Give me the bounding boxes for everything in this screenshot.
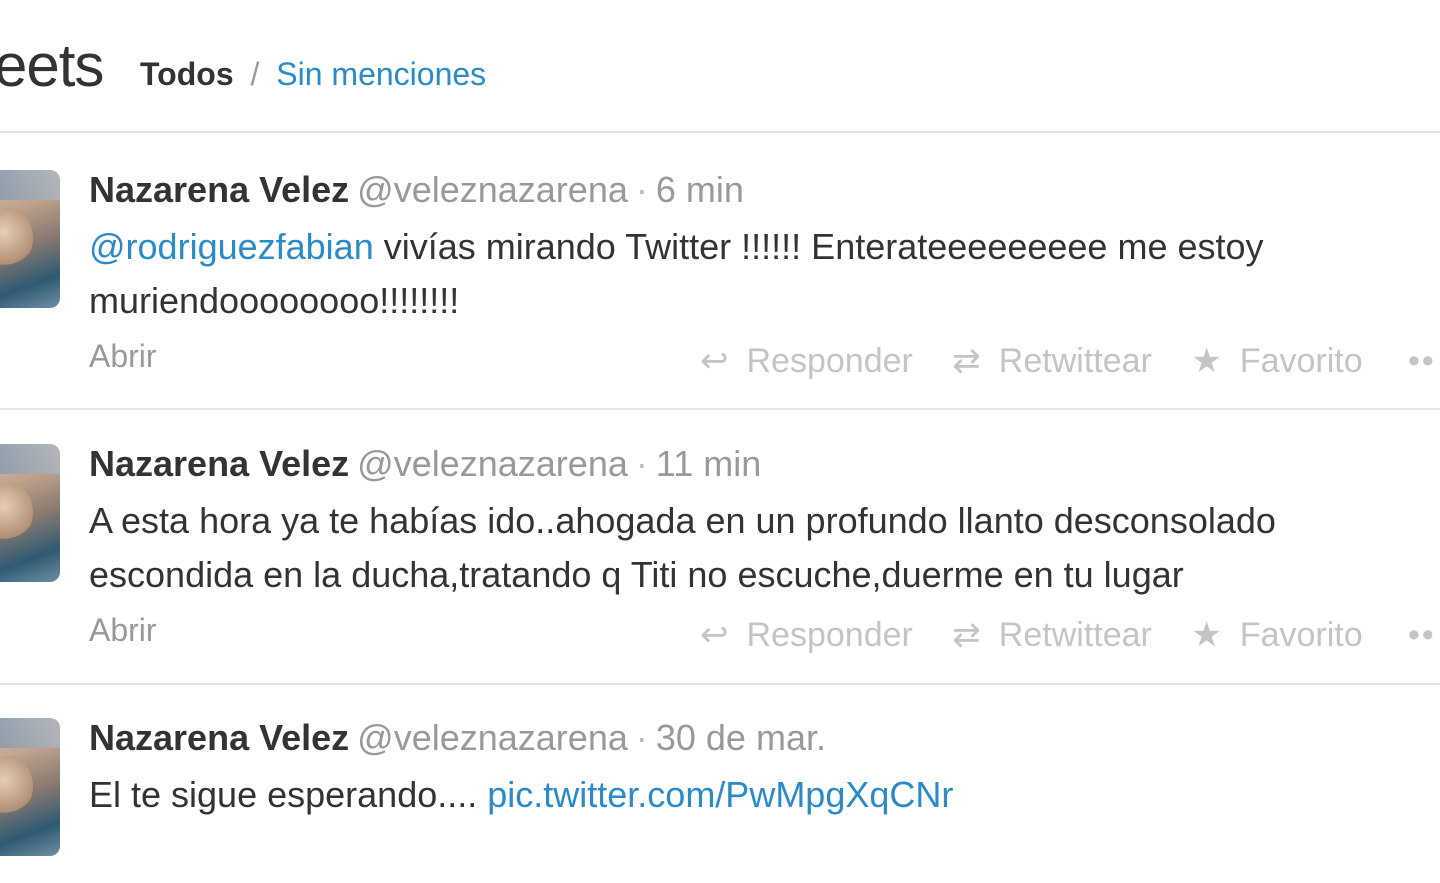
tweet-body: El te sigue esperando.... [89, 774, 488, 815]
retweet-icon: ⇄ [952, 342, 981, 380]
retweet-label: Retwittear [998, 342, 1152, 380]
open-tweet-link[interactable]: Abrir [89, 338, 157, 374]
separator-dot: · [635, 443, 648, 484]
tweet-author-handle[interactable]: @veleznazarena [357, 169, 628, 210]
separator-dot: · [635, 169, 648, 210]
open-tweet-link[interactable]: Abrir [89, 612, 157, 648]
reply-button[interactable]: ↩ Responder [700, 616, 913, 654]
pic-link[interactable]: pic.twitter.com/PwMpgXqCNr [487, 774, 953, 815]
tweet[interactable]: Nazarena Velez @veleznazarena · 6 min @rodr… [0, 170, 1440, 400]
tweet-author-name[interactable]: Nazarena Velez [89, 443, 349, 484]
tweet-text: El te sigue esperando.... pic.twitter.co… [89, 768, 1429, 822]
retweet-label: Retwittear [998, 616, 1152, 654]
tweet-timestamp[interactable]: 30 de mar. [656, 717, 826, 758]
mention-link[interactable]: @rodriguezfabian [89, 226, 374, 267]
reply-label: Responder [746, 342, 913, 380]
tweet[interactable]: Nazarena Velez @veleznazarena · 30 de mar. … [0, 718, 1440, 878]
retweet-icon: ⇄ [952, 616, 981, 654]
favorite-label: Favorito [1239, 342, 1363, 380]
filter-no-mentions[interactable]: Sin menciones [276, 56, 486, 92]
reply-label: Responder [746, 616, 913, 654]
reply-button[interactable]: ↩ Responder [700, 342, 913, 380]
separator-dot: · [635, 717, 648, 758]
tweet-timestamp[interactable]: 6 min [656, 169, 744, 210]
tweet-actions: ↩ Responder ⇄ Retwittear ★ Favorito [700, 342, 1393, 380]
favorite-button[interactable]: ★ Favorito [1191, 342, 1362, 380]
tweet-author-handle[interactable]: @veleznazarena [357, 443, 628, 484]
reply-arrow-icon: ↩ [700, 616, 729, 654]
avatar[interactable] [0, 718, 60, 856]
tweet-body: A esta hora ya te habías ido..ahogada en… [89, 500, 1276, 595]
tweet[interactable]: Nazarena Velez @veleznazarena · 11 min A es… [0, 444, 1440, 674]
star-icon: ★ [1191, 342, 1222, 380]
tweet-text: A esta hora ya te habías ido..ahogada en… [89, 494, 1429, 602]
more-dots-icon[interactable]: •• [1408, 616, 1436, 654]
tweet-header: Nazarena Velez @veleznazarena · 30 de mar. [89, 718, 826, 758]
star-icon: ★ [1191, 616, 1222, 654]
tweet-author-name[interactable]: Nazarena Velez [89, 169, 349, 210]
favorite-label: Favorito [1239, 616, 1363, 654]
tweet-header: Nazarena Velez @veleznazarena · 6 min [89, 170, 744, 210]
divider [0, 131, 1440, 133]
page-title: eets [0, 32, 104, 99]
avatar[interactable] [0, 444, 60, 582]
divider [0, 408, 1440, 410]
tweet-header: Nazarena Velez @veleznazarena · 11 min [89, 444, 761, 484]
tweet-filter: Todos / Sin menciones [140, 54, 486, 94]
tweet-text: @rodriguezfabian vivías mirando Twitter … [89, 220, 1429, 328]
tweet-author-name[interactable]: Nazarena Velez [89, 717, 349, 758]
reply-arrow-icon: ↩ [700, 342, 729, 380]
favorite-button[interactable]: ★ Favorito [1191, 616, 1362, 654]
divider [0, 683, 1440, 685]
timeline-header: eets Todos / Sin menciones [0, 0, 1440, 132]
tweet-author-handle[interactable]: @veleznazarena [357, 717, 628, 758]
tweet-actions: ↩ Responder ⇄ Retwittear ★ Favorito [700, 616, 1393, 654]
retweet-button[interactable]: ⇄ Retwittear [952, 616, 1152, 654]
avatar[interactable] [0, 170, 60, 308]
filter-all[interactable]: Todos [140, 56, 234, 92]
more-dots-icon[interactable]: •• [1408, 342, 1436, 380]
tweet-timestamp[interactable]: 11 min [656, 443, 761, 484]
filter-separator: / [250, 56, 260, 92]
retweet-button[interactable]: ⇄ Retwittear [952, 342, 1152, 380]
